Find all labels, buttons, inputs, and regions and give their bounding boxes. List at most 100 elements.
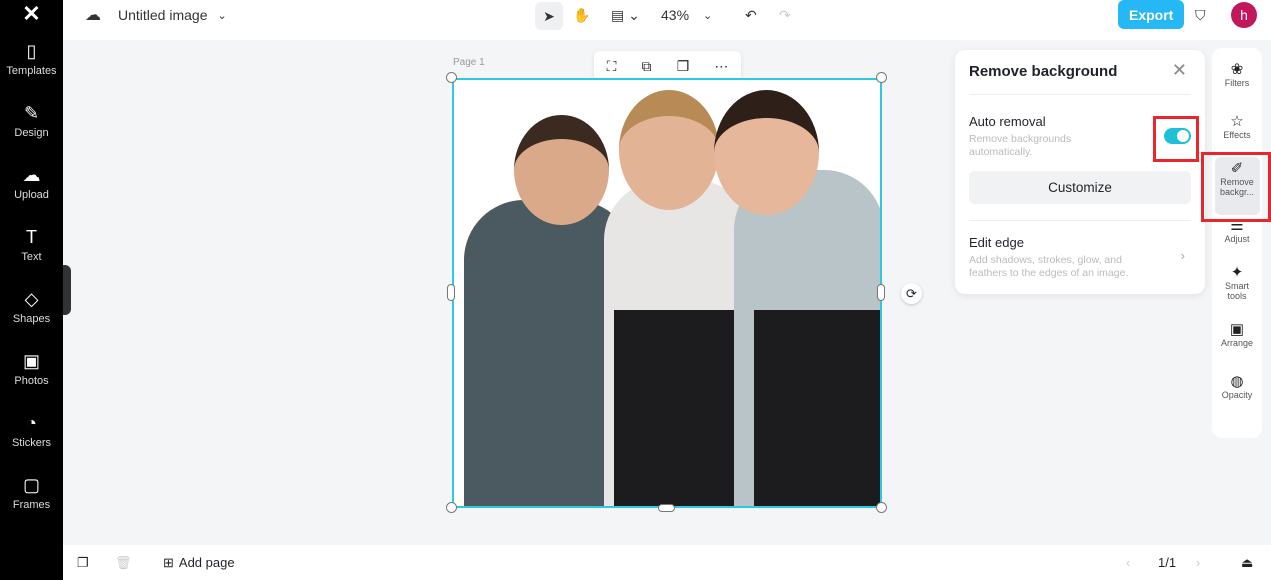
adjust-icon: ⚌ [1230,216,1244,234]
sidebar-item-label: Text [21,251,42,263]
resize-handle[interactable] [446,502,457,513]
add-page-button[interactable]: ⊞ Add page [163,555,235,571]
chevron-down-icon[interactable]: ⌄ [218,9,227,22]
sidebar-item-shapes[interactable]: ◇ Shapes [0,276,63,338]
export-button[interactable]: Export [1118,0,1185,29]
next-page-icon[interactable]: › [1196,555,1200,570]
zoom-level[interactable]: 43% [661,7,689,23]
pages-icon[interactable]: ❐ [77,555,89,571]
frames-icon: ▢ [22,475,40,495]
tool-opacity[interactable]: ◍ Opacity [1212,362,1262,414]
upload-icon: ☁ [22,165,41,185]
edit-edge-description: Add shadows, strokes, glow, and feathers… [969,254,1129,279]
bottom-bar: ❐ 🗑 ⊞ Add page ‹ 1/1 › ⏏ [63,545,1271,580]
sidebar-item-label: Templates [6,65,57,77]
tool-remove-backgr[interactable]: ✐ Remove backgr... [1212,154,1262,206]
resize-handle[interactable] [877,284,885,301]
sidebar-item-label: Upload [14,189,49,201]
document-title[interactable]: Untitled image [118,7,208,23]
add-page-icon: ⊞ [163,554,174,570]
undo-icon[interactable]: ↶ [745,0,757,30]
select-tool-icon[interactable]: ➤ [535,2,563,30]
resize-handle[interactable] [876,72,887,83]
stickers-icon: ◔ [26,413,37,433]
delete-icon[interactable]: 🗑 [115,555,132,571]
highlight-toggle [1153,116,1199,162]
shapes-icon: ◇ [24,289,39,309]
sidebar-item-design[interactable]: ✎ Design [0,90,63,152]
collapse-icon[interactable]: ⏏ [1241,555,1253,571]
tool-label: Filters [1224,77,1250,88]
capcut-logo[interactable]: ✕ [0,0,63,28]
left-sidebar: ✕ ▯ Templates ✎ Design ☁ Upload T Text ◇ Shapes ▣ P… [0,0,63,580]
replace-icon[interactable]: ⧉ [642,58,652,75]
tool-adjust[interactable]: ⚌ Adjust [1212,206,1262,258]
sidebar-collapse-handle[interactable] [63,265,71,315]
templates-icon: ▯ [26,41,37,61]
cloud-icon[interactable]: ☁ [85,0,101,30]
prev-page-icon[interactable]: ‹ [1126,555,1130,570]
avatar[interactable]: h [1231,2,1257,28]
tool-label: Smart tools [1224,280,1249,301]
sidebar-item-label: Stickers [11,437,52,449]
divider [969,94,1191,95]
layout-icon[interactable]: ▤ ⌄ [611,0,640,30]
tool-filters[interactable]: ❀ Filters [1212,50,1262,102]
resize-handle[interactable] [876,502,887,513]
design-icon: ✎ [23,103,40,123]
sidebar-item-label: Design [14,127,49,139]
tool-label: Arrange [1220,337,1254,348]
shield-icon[interactable]: ⛉ [1195,0,1206,30]
photo-children[interactable] [454,80,880,506]
arrange-icon: ▣ [1229,320,1245,338]
filters-icon: ❀ [1230,60,1244,78]
zoom-select[interactable]: 43% ⌄ [661,0,712,30]
top-bar: ☁ Untitled image ⌄ ➤ ✋ ▤ ⌄ 43% ⌄ ↶ ↷ Expor… [63,0,1271,40]
remove-background-panel: Remove background ✕ Auto removal Remove … [955,50,1205,294]
photos-icon: ▣ [22,351,40,371]
resize-handle[interactable] [658,504,675,512]
add-page-label: Add page [178,555,235,570]
sidebar-item-upload[interactable]: ☁ Upload [0,152,63,214]
sidebar-item-stickers[interactable]: ◔ Stickers [0,400,63,462]
sidebar-item-frames[interactable]: ▢ Frames [0,462,63,524]
tool-label: Adjust [1224,233,1250,244]
hand-tool-icon[interactable]: ✋ [573,0,590,30]
tool-arrange[interactable]: ▣ Arrange [1212,310,1262,362]
sidebar-item-templates[interactable]: ▯ Templates [0,28,63,90]
resize-handle[interactable] [447,284,455,301]
remove-backgr-icon: ✐ [1230,159,1244,177]
panel-title: Remove background [969,63,1118,80]
text-icon: T [26,227,37,247]
duplicate-icon[interactable]: ❐ [677,58,690,75]
sidebar-item-label: Frames [12,499,51,511]
title[interactable]: Untitled image ⌄ [118,0,227,30]
sidebar-item-label: Shapes [12,313,51,325]
crop-icon[interactable]: ⛶ [607,58,617,75]
customize-button[interactable]: Customize [969,171,1191,204]
close-icon[interactable]: ✕ [1172,60,1187,81]
redo-icon[interactable]: ↷ [779,0,791,30]
right-toolbar: ❀ Filters ☆ Effects ✐ Remove backgr... ⚌ Adjust… [1212,48,1262,438]
tool-smart-tools[interactable]: ✦ Smart tools [1212,258,1262,310]
tool-label: Opacity [1221,389,1253,400]
more-icon[interactable]: ⋯ [714,58,728,75]
image-toolbar: ⛶ ⧉ ❐ ⋯ [594,51,741,81]
opacity-icon: ◍ [1230,372,1244,390]
divider [969,220,1191,221]
rotate-icon[interactable]: ⟳ [901,283,922,304]
tool-label: Effects [1223,129,1251,140]
sidebar-item-photos[interactable]: ▣ Photos [0,338,63,400]
effects-icon: ☆ [1230,112,1244,130]
edit-edge-label: Edit edge [969,235,1024,250]
tool-effects[interactable]: ☆ Effects [1212,102,1262,154]
sidebar-item-label: Photos [14,375,49,387]
canvas-page[interactable] [452,78,882,508]
smart-tools-icon: ✦ [1230,263,1244,281]
page-label: Page 1 [453,57,485,68]
resize-handle[interactable] [446,72,457,83]
auto-removal-label: Auto removal [969,114,1046,129]
sidebar-item-text[interactable]: T Text [0,214,63,276]
auto-removal-description: Remove backgrounds automatically. [969,133,1072,158]
chevron-right-icon: › [1180,248,1185,263]
